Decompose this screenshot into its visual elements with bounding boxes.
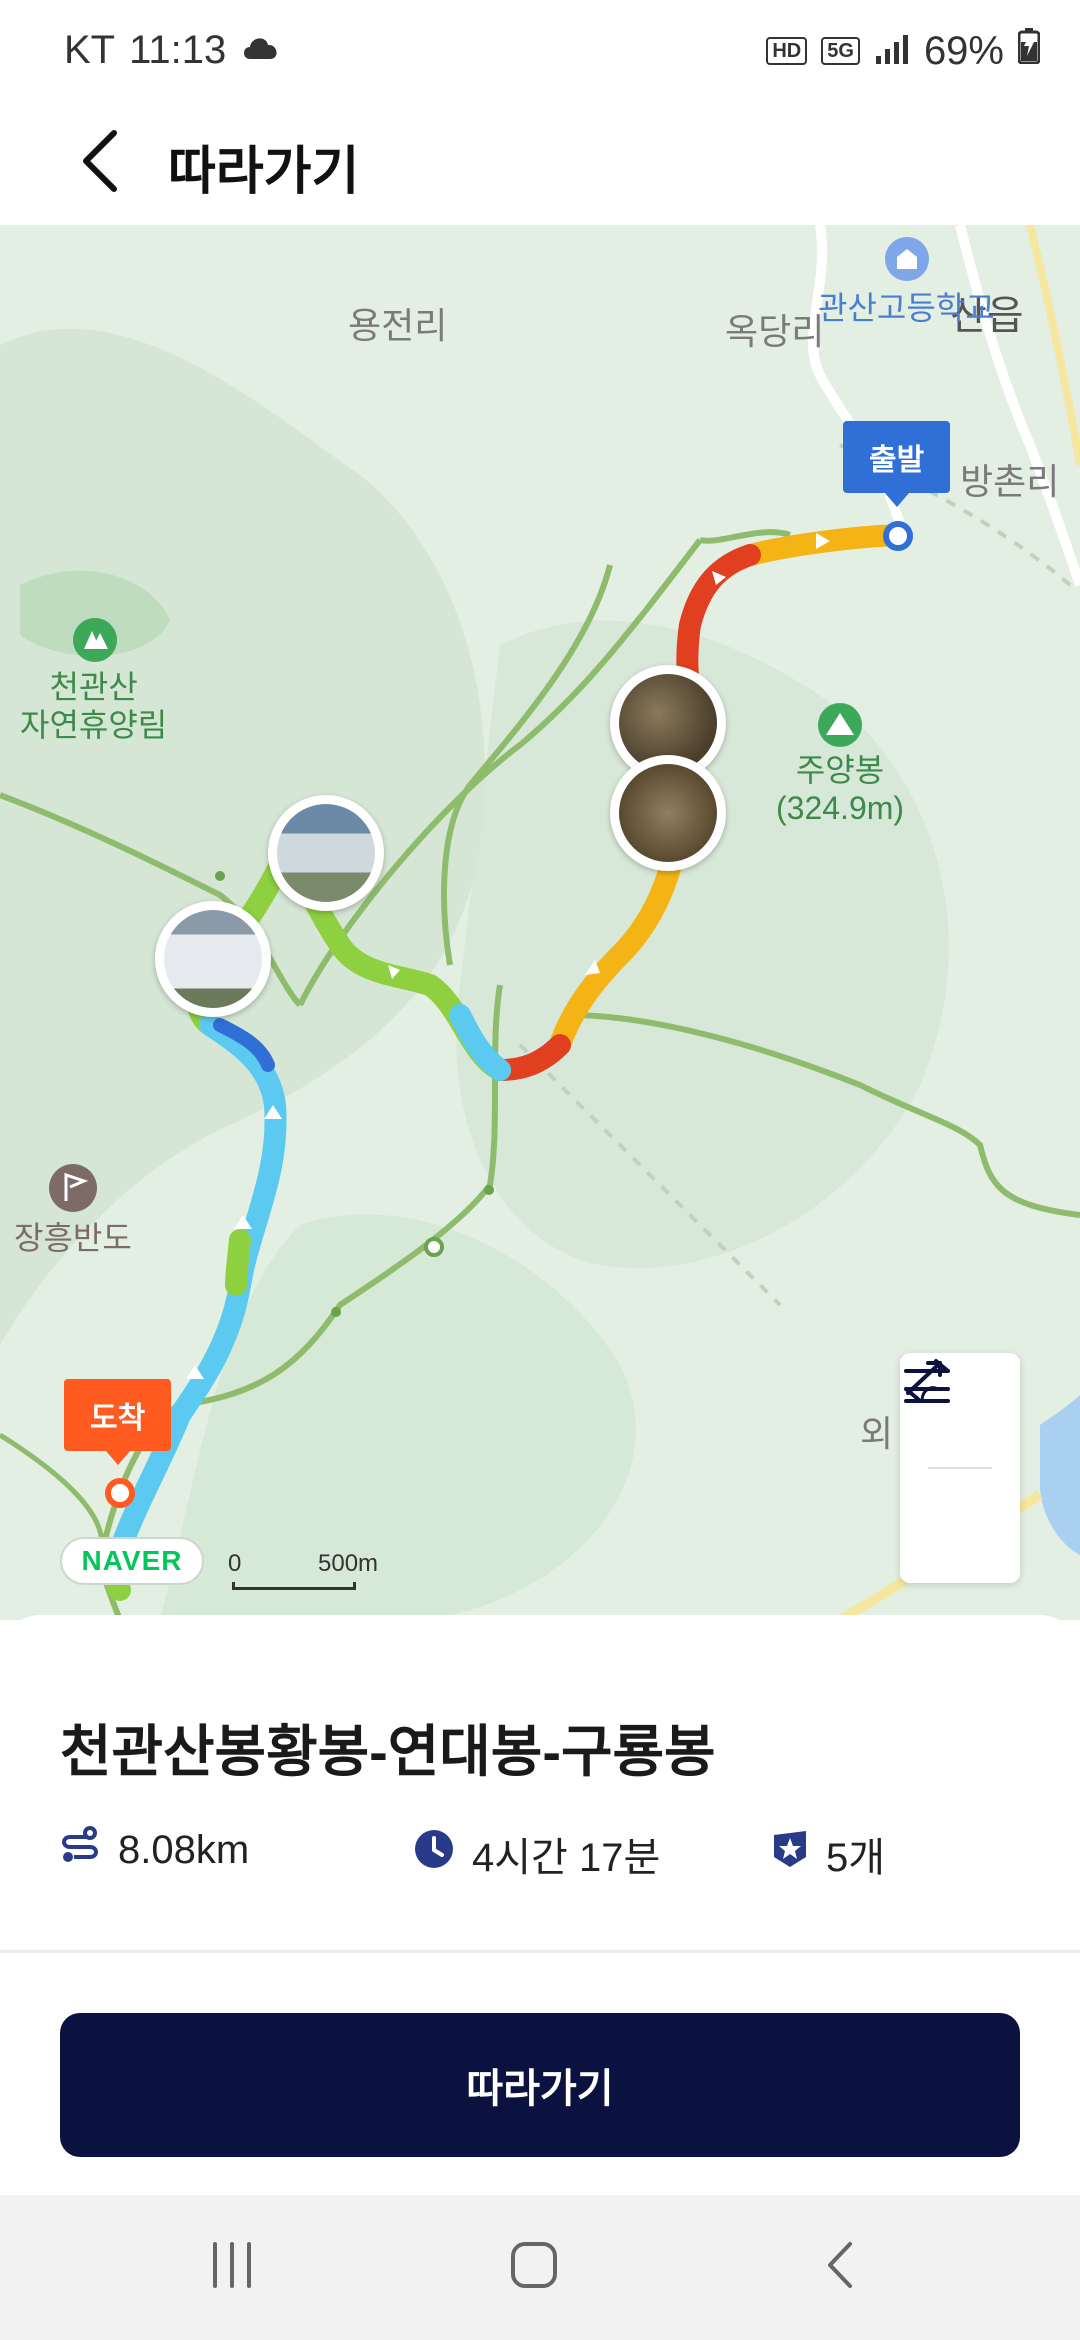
home-icon (509, 2240, 559, 2295)
battery-percent: 69% (923, 28, 1004, 73)
route-duration: 4시간 17분 (472, 1836, 661, 1880)
poi-forest-line1: 천관산 (49, 669, 138, 705)
end-pin[interactable]: 도착 (64, 1379, 172, 1465)
route-map[interactable]: 용전리 옥당리 산읍 방촌리 외 관산고등학교 천관산 자연휴양림 주양봉 (3… (0, 225, 1080, 1620)
stat-duration: 4시간 17분 (414, 1825, 660, 1883)
clock-icon (414, 1829, 454, 1879)
map-scale: 0 500m (228, 1550, 378, 1590)
battery-charging-icon (1017, 28, 1041, 74)
page-title: 따라가기 (168, 143, 360, 201)
network-5g-icon: 5G (821, 37, 860, 65)
poi-peak-height: (324.9m) (776, 790, 905, 826)
sheet-divider (0, 1950, 1080, 1953)
place-label-oe: 외 (860, 1413, 894, 1454)
recents-button[interactable] (192, 2235, 272, 2299)
photo-marker[interactable] (268, 795, 384, 911)
scale-zero-label: 0 (228, 1550, 242, 1577)
map-controls (900, 1353, 1020, 1583)
carrier-label: KT (64, 28, 116, 72)
system-back-button[interactable] (800, 2235, 880, 2299)
status-right: HD 5G 69% (766, 28, 1041, 74)
status-bar: KT 11:13 HD 5G 69% (0, 0, 1080, 105)
poi-peak-label: 주양봉 (324.9m) (776, 751, 904, 827)
route-icon (60, 1825, 100, 1875)
hd-icon: HD (766, 37, 808, 65)
route-name: 천관산봉황봉-연대봉-구룡봉 (60, 1720, 716, 1783)
photo-marker[interactable] (155, 901, 271, 1017)
back-button[interactable] (60, 123, 140, 203)
poi-peak-name: 주양봉 (795, 752, 885, 788)
place-label-okdangri: 옥당리 (725, 311, 825, 352)
place-label-bangchonri: 방촌리 (960, 461, 1060, 502)
route-count: 5개 (826, 1836, 886, 1880)
poi-forest-line2: 자연휴양림 (20, 707, 168, 743)
follow-button[interactable]: 따라가기 (60, 2013, 1020, 2157)
start-pin[interactable]: 출발 (843, 421, 951, 507)
photo-marker[interactable] (610, 755, 726, 871)
home-button[interactable] (494, 2235, 574, 2299)
badge-star-icon (772, 1829, 808, 1879)
route-info-sheet: 천관산봉황봉-연대봉-구룡봉 8.08km 4시간 17분 5개 따라가기 (0, 1615, 1080, 2195)
clock-time: 11:13 (129, 28, 227, 72)
back-icon (820, 2240, 860, 2295)
chevron-left-icon (80, 129, 120, 198)
scale-bar (232, 1582, 356, 1590)
cloud-icon (240, 28, 282, 73)
recents-icon (207, 2240, 257, 2295)
naver-logo: NAVER (60, 1537, 204, 1585)
system-nav-bar (0, 2195, 1080, 2340)
signal-icon (874, 29, 910, 74)
status-left: KT 11:13 (64, 28, 282, 73)
stat-count: 5개 (772, 1825, 885, 1883)
place-label-yongjeonri: 용전리 (348, 305, 448, 346)
stat-distance: 8.08km (60, 1825, 249, 1875)
poi-jangheung-label: 장흥반도 (14, 1220, 132, 1256)
scale-max-label: 500m (318, 1550, 379, 1577)
app-header: 따라가기 (0, 105, 1080, 225)
poi-forest-label: 천관산 자연휴양림 (20, 668, 167, 744)
poi-school-label: 관산고등학교 (818, 290, 995, 326)
route-distance: 8.08km (118, 1827, 250, 1872)
swap-direction-button[interactable] (900, 1359, 1020, 1583)
